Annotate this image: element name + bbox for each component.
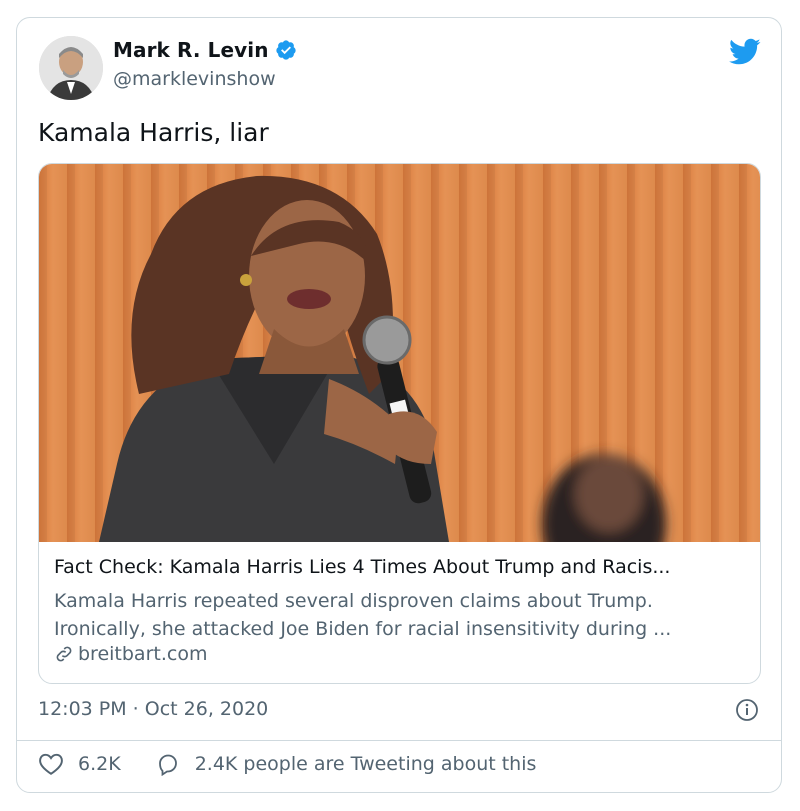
tweeting-about-button[interactable]: 2.4K people are Tweeting about this [155,752,537,776]
like-count: 6.2K [78,753,121,775]
link-domain-row[interactable]: breitbart.com [54,643,748,665]
heart-icon [39,753,63,775]
link-description-line-2: Ironically, she attacked Joe Biden for r… [54,618,672,640]
link-domain[interactable]: breitbart.com [78,643,207,665]
link-preview-image[interactable] [39,164,760,542]
verified-badge-icon [275,40,296,60]
twitter-bird-icon[interactable] [729,38,761,66]
link-title[interactable]: Fact Check: Kamala Harris Lies 4 Times A… [54,556,748,578]
link-preview-card[interactable]: Fact Check: Kamala Harris Lies 4 Times A… [38,163,761,684]
link-preview-text[interactable]: Fact Check: Kamala Harris Lies 4 Times A… [54,556,748,665]
tweet-timestamp[interactable]: 12:03 PM · Oct 26, 2020 [38,698,268,720]
engagement-bar: 6.2K 2.4K people are Tweeting about this [38,752,536,776]
divider [17,740,781,741]
tweet-text: Kamala Harris, liar [38,118,269,147]
like-button[interactable]: 6.2K [38,752,121,776]
author-name-row[interactable]: Mark R. Levin [113,38,297,62]
link-icon [56,646,72,662]
info-icon[interactable] [735,698,759,722]
author-display-name[interactable]: Mark R. Levin [113,38,269,62]
author-handle[interactable]: @marklevinshow [113,68,276,90]
tweeting-about-text: 2.4K people are Tweeting about this [194,753,537,775]
link-description-line-1: Kamala Harris repeated several disproven… [54,590,653,612]
reply-bubble-icon [158,754,177,776]
avatar-image [39,36,103,100]
tweet-embed-card[interactable]: Mark R. Levin @marklevinshow Kamala Harr… [16,17,782,793]
author-avatar[interactable] [39,36,103,100]
